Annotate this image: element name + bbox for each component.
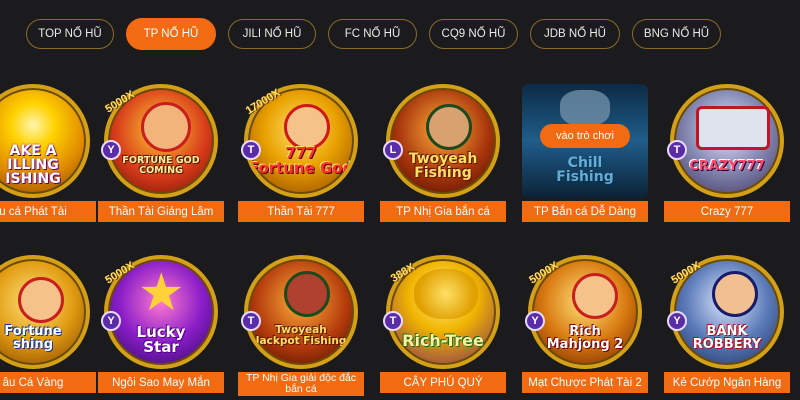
star-icon: ★: [138, 264, 185, 322]
game-name[interactable]: Mạt Chược Phát Tài 2: [522, 372, 648, 393]
game-thumbnail[interactable]: Twoyeah Fishing: [386, 84, 500, 198]
game-logo: BANK ROBBERY: [692, 324, 762, 352]
game-thumbnail[interactable]: AKE A ILLING ISHING: [0, 84, 90, 198]
warrior-icon: [284, 271, 330, 317]
game-logo: AKE A ILLING ISHING: [5, 143, 61, 187]
game-logo: Fortune shing: [4, 324, 62, 352]
game-name[interactable]: Ngôi Sao May Mắn: [98, 372, 224, 393]
game-logo: 777 Fortune God: [248, 144, 354, 177]
game-name[interactable]: TP Bắn cá Dễ Dàng: [522, 201, 648, 222]
game-logo: FORTUNE GOD COMING: [122, 155, 200, 176]
tag-badge: Y: [101, 311, 121, 331]
game-thumbnail[interactable]: Fortune shing: [0, 255, 90, 369]
shark-icon: [560, 90, 610, 126]
money-tree-icon: [414, 269, 478, 319]
provider-tabs: TOP NỔ HŨ TP NỔ HŨ JILI NỔ HŨ FC NỔ HŨ C…: [0, 18, 800, 53]
game-logo: Rich-Tree: [402, 331, 484, 350]
tag-badge: T: [241, 311, 261, 331]
tab-top-no-hu[interactable]: TOP NỔ HŨ: [26, 19, 114, 49]
game-name[interactable]: u cá Phát Tài: [0, 201, 96, 222]
tag-badge: T: [383, 311, 403, 331]
tag-badge: Y: [101, 140, 121, 160]
fortune-god-icon: [18, 277, 64, 323]
warrior-icon: [426, 104, 472, 150]
robber-icon: [712, 271, 758, 317]
tab-jdb-no-hu[interactable]: JDB NỔ HŨ: [530, 19, 620, 49]
game-logo: Twoyeah Jackpot Fishing: [255, 324, 347, 347]
fortune-god-icon: [141, 102, 191, 152]
game-logo: Chill Fishing: [556, 155, 614, 185]
play-game-button[interactable]: vào trò chơi: [540, 124, 630, 148]
game-name[interactable]: Kẻ Cướp Ngân Hàng: [664, 372, 790, 393]
game-name[interactable]: Thần Tài 777: [238, 201, 364, 222]
tab-bng-no-hu[interactable]: BNG NỔ HŨ: [632, 19, 721, 49]
fortune-god-icon: [572, 273, 618, 319]
game-name[interactable]: Crazy 777: [664, 201, 790, 222]
tab-jili-no-hu[interactable]: JILI NỔ HŨ: [228, 19, 316, 49]
game-name[interactable]: CÂY PHÚ QUÝ: [380, 372, 506, 393]
tag-badge: Y: [667, 311, 687, 331]
slot-machine-icon: [696, 106, 770, 150]
tag-badge: Y: [525, 311, 545, 331]
tag-badge: T: [241, 140, 261, 160]
game-logo: Twoyeah Fishing: [408, 151, 478, 181]
game-name[interactable]: TP Nhị Gia giải độc đắc bắn cá: [238, 372, 364, 396]
game-name[interactable]: Thần Tài Giáng Lâm: [98, 201, 224, 222]
game-logo: CRAZY777: [689, 159, 765, 174]
tab-fc-no-hu[interactable]: FC NỔ HŨ: [328, 19, 417, 49]
game-name[interactable]: TP Nhị Gia bắn cá: [380, 201, 506, 222]
game-logo: Rich Mahjong 2: [546, 324, 624, 352]
game-thumbnail[interactable]: Twoyeah Jackpot Fishing: [244, 255, 358, 369]
game-logo: Lucky Star: [136, 323, 186, 356]
tab-cq9-no-hu[interactable]: CQ9 NỔ HŨ: [429, 19, 518, 49]
game-name[interactable]: âu Cá Vàng: [0, 372, 96, 393]
game-thumbnail[interactable]: CRAZY777: [670, 84, 784, 198]
tag-badge: T: [667, 140, 687, 160]
tab-tp-no-hu[interactable]: TP NỔ HŨ: [126, 18, 216, 50]
tag-badge: L: [383, 140, 403, 160]
